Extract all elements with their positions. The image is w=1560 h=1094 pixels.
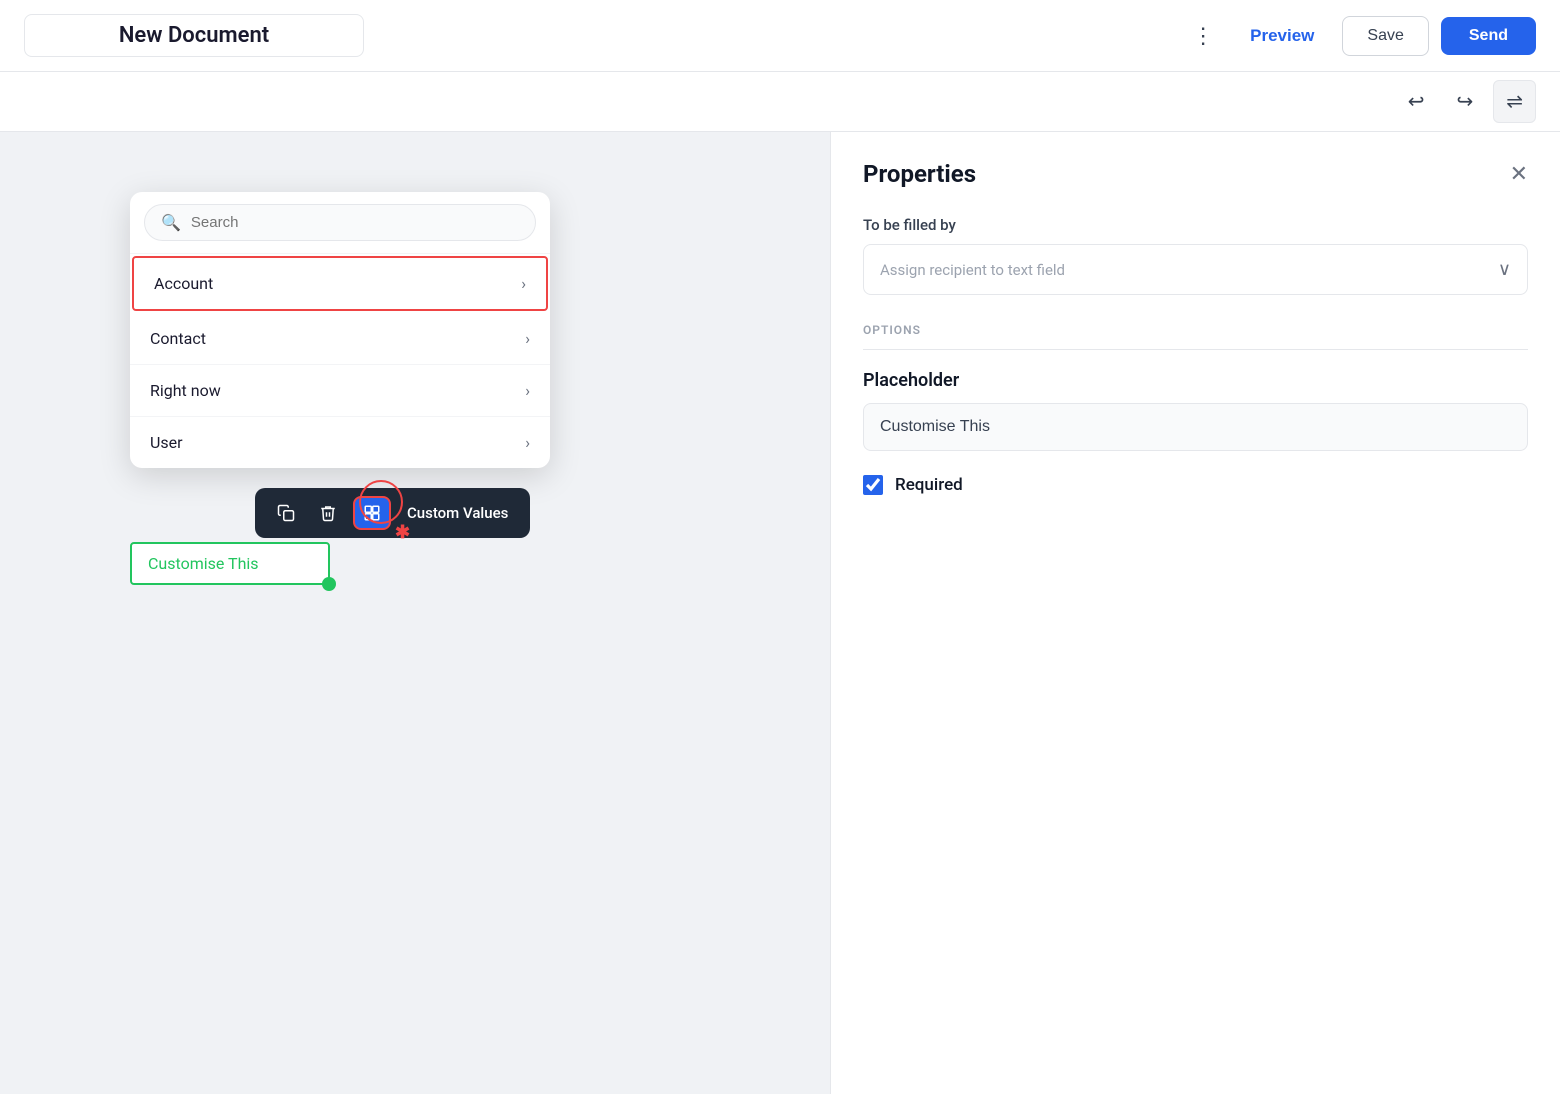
menu-item-rightnow[interactable]: Right now › [130, 365, 550, 417]
document-title[interactable]: New Document [24, 14, 364, 57]
search-box: 🔍 [130, 192, 550, 254]
required-label: Required [895, 475, 963, 495]
options-section-label: OPTIONS [863, 323, 1528, 350]
right-panel: Properties ✕ To be filled by Assign reci… [830, 132, 1560, 1094]
text-field-box[interactable]: Customise This [130, 542, 330, 585]
menu-item-account-label: Account [154, 274, 213, 293]
toolbar-right: ⋮ Preview Save Send [1184, 15, 1536, 57]
search-icon: 🔍 [161, 213, 181, 232]
search-input-wrap: 🔍 [144, 204, 536, 241]
text-field-container: Customise This [130, 542, 330, 585]
required-checkbox[interactable] [863, 475, 883, 495]
red-asterisk: ✱ [395, 522, 410, 543]
panel-title: Properties [863, 160, 976, 188]
send-button[interactable]: Send [1441, 17, 1536, 55]
undo-button[interactable]: ↩ [1396, 81, 1437, 122]
menu-item-account[interactable]: Account › [132, 256, 548, 311]
chevron-right-icon-contact: › [525, 329, 530, 348]
toolbar-left: New Document [24, 14, 364, 57]
dropdown-menu: 🔍 Account › Contact › Right now › User › [130, 192, 550, 468]
search-input[interactable] [191, 214, 519, 231]
more-button[interactable]: ⋮ [1184, 15, 1222, 57]
menu-item-rightnow-label: Right now [150, 381, 221, 400]
custom-values-label: Custom Values [399, 500, 516, 526]
menu-item-user[interactable]: User › [130, 417, 550, 468]
placeholder-section-label: Placeholder [863, 370, 1528, 391]
preview-button[interactable]: Preview [1234, 16, 1330, 56]
delete-icon-button[interactable] [311, 498, 345, 528]
assign-recipient-dropdown[interactable]: Assign recipient to text field ∨ [863, 244, 1528, 295]
field-toolbar: Custom Values [255, 488, 530, 538]
panel-header: Properties ✕ [863, 160, 1528, 188]
chevron-right-icon-user: › [525, 433, 530, 452]
chevron-right-icon-rightnow: › [525, 381, 530, 400]
required-row: Required [863, 475, 1528, 495]
main-layout: 🔍 Account › Contact › Right now › User › [0, 132, 1560, 1094]
placeholder-input[interactable] [863, 403, 1528, 451]
assign-recipient-placeholder: Assign recipient to text field [880, 261, 1065, 279]
chevron-down-icon: ∨ [1498, 259, 1511, 280]
settings-icon: ⇌ [1506, 89, 1523, 114]
menu-item-user-label: User [150, 433, 183, 452]
menu-item-contact-label: Contact [150, 329, 206, 348]
to-be-filled-label: To be filled by [863, 216, 1528, 234]
top-toolbar: New Document ⋮ Preview Save Send [0, 0, 1560, 72]
chevron-right-icon-account: › [521, 274, 526, 293]
save-button[interactable]: Save [1342, 16, 1428, 56]
text-field-value: Customise This [148, 554, 259, 573]
canvas-area: 🔍 Account › Contact › Right now › User › [0, 132, 830, 1094]
close-panel-button[interactable]: ✕ [1510, 161, 1528, 187]
settings-button[interactable]: ⇌ [1493, 80, 1536, 123]
redo-button[interactable]: ↪ [1444, 81, 1485, 122]
green-dot-handle[interactable] [322, 577, 336, 591]
copy-icon-button[interactable] [269, 498, 303, 528]
custom-values-icon-button[interactable] [353, 496, 391, 530]
menu-item-contact[interactable]: Contact › [130, 313, 550, 365]
secondary-toolbar: ↩ ↪ ⇌ [0, 72, 1560, 132]
